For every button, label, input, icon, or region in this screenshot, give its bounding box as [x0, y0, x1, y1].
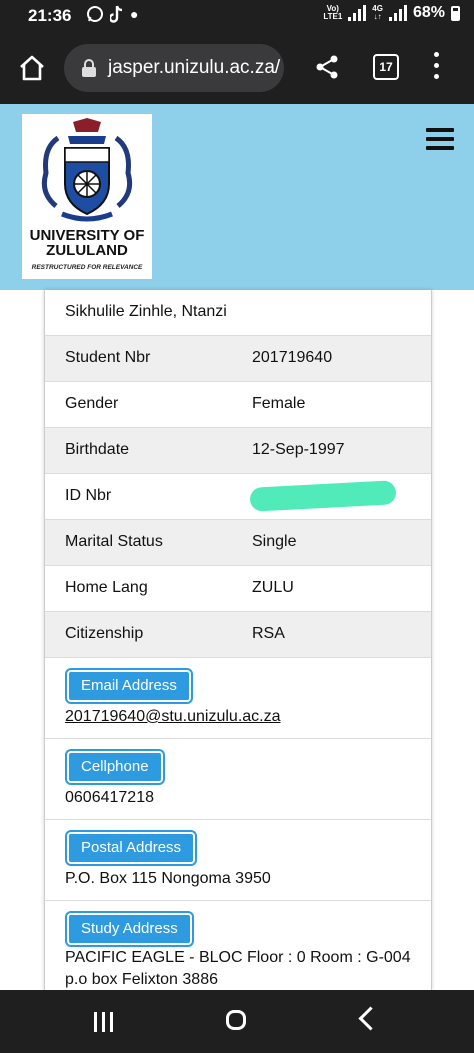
email-block: Email Address 201719640@stu.unizulu.ac.z…	[45, 658, 431, 739]
row-value: 12-Sep-1997	[252, 441, 345, 458]
cellphone-block: Cellphone 0606417218	[45, 739, 431, 820]
postal-address-button[interactable]: Postal Address	[64, 830, 198, 866]
row-label: Gender	[65, 395, 119, 412]
study-address-button[interactable]: Study Address	[65, 911, 194, 947]
back-icon[interactable]	[358, 1006, 383, 1031]
detail-row-home-lang: Home Lang ZULU	[45, 566, 431, 612]
study-address-block: Study Address PACIFIC EAGLE - BLOC Floor…	[45, 901, 431, 990]
cellphone-value: 0606417218	[65, 789, 154, 806]
volte-indicator: Vo) LTE1	[323, 4, 343, 21]
row-value: ZULU	[252, 579, 294, 596]
email-link[interactable]: 201719640@stu.unizulu.ac.za	[65, 706, 415, 728]
detail-row-citizenship: Citizenship RSA	[45, 612, 431, 658]
detail-row-birthdate: Birthdate 12-Sep-1997	[45, 428, 431, 474]
dot-icon: ●	[130, 6, 139, 22]
university-logo[interactable]: UNIVERSITY OF ZULULAND RESTRUCTURED FOR …	[22, 114, 152, 279]
url-text[interactable]: jasper.unizulu.ac.za/	[108, 57, 280, 79]
battery-icon	[451, 5, 460, 21]
status-bar: 21:36 ● Vo) LTE1 4G ↓↑ 68%	[0, 0, 474, 32]
signal-icon-2	[388, 5, 407, 21]
net-type-indicator: 4G ↓↑	[372, 4, 383, 21]
detail-row-student-nbr: Student Nbr 201719640	[45, 336, 431, 382]
row-label: Home Lang	[65, 579, 148, 596]
logo-line-1: UNIVERSITY OF	[29, 227, 145, 244]
crest-icon	[41, 118, 133, 222]
postal-address-block: Postal Address P.O. Box 115 Nongoma 3950	[45, 820, 431, 901]
tabs-button[interactable]: 17	[373, 54, 399, 80]
student-profile-card: Sikhulile Zinhle, Ntanzi Student Nbr 201…	[44, 290, 432, 990]
row-value: Female	[252, 395, 306, 412]
row-value: Single	[252, 533, 297, 550]
detail-row-gender: Gender Female	[45, 382, 431, 428]
postal-address-value: P.O. Box 115 Nongoma 3950	[65, 870, 271, 887]
row-value: RSA	[252, 625, 285, 642]
cellphone-button[interactable]: Cellphone	[65, 749, 165, 785]
address-bar[interactable]: jasper.unizulu.ac.za/	[64, 44, 284, 92]
study-address-value: PACIFIC EAGLE - BLOC Floor : 0 Room : G-…	[65, 949, 411, 988]
row-label: Marital Status	[65, 533, 163, 550]
home-icon[interactable]	[18, 54, 46, 82]
email-address-button[interactable]: Email Address	[65, 668, 193, 704]
recent-apps-icon[interactable]	[94, 1012, 113, 1032]
row-label: ID Nbr	[65, 487, 112, 504]
detail-row-marital-status: Marital Status Single	[45, 520, 431, 566]
row-label: Citizenship	[65, 625, 144, 642]
more-vert-icon[interactable]	[434, 52, 440, 82]
row-label: Birthdate	[65, 441, 130, 458]
logo-line-2: ZULULAND	[46, 242, 128, 259]
detail-row-id-nbr: ID Nbr	[45, 474, 431, 520]
row-label: Student Nbr	[65, 349, 151, 366]
status-time: 21:36	[28, 6, 72, 25]
browser-toolbar: jasper.unizulu.ac.za/ 17	[0, 32, 474, 104]
signal-icon	[348, 5, 367, 21]
system-nav-bar	[0, 990, 474, 1053]
site-header: UNIVERSITY OF ZULULAND RESTRUCTURED FOR …	[0, 104, 474, 290]
student-name: Sikhulile Zinhle, Ntanzi	[65, 303, 227, 320]
name-row: Sikhulile Zinhle, Ntanzi	[45, 290, 431, 336]
notification-icons: ●	[86, 5, 138, 23]
tab-count: 17	[379, 60, 393, 74]
redaction-mark	[249, 480, 397, 512]
tiktok-icon	[110, 5, 123, 23]
home-nav-icon[interactable]	[226, 1010, 246, 1030]
system-icons: Vo) LTE1 4G ↓↑ 68%	[323, 4, 460, 22]
hamburger-icon[interactable]	[426, 128, 454, 152]
share-icon[interactable]	[314, 54, 340, 80]
whatsapp-icon	[87, 6, 103, 22]
logo-tagline: RESTRUCTURED FOR RELEVANCE	[31, 264, 143, 271]
lock-icon[interactable]	[82, 59, 96, 77]
battery-percent: 68%	[412, 4, 445, 21]
row-value: 201719640	[252, 349, 333, 366]
